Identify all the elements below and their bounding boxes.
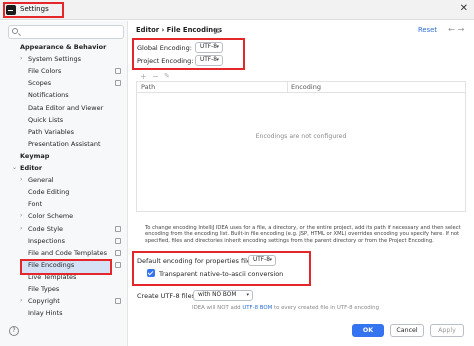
sidebar-item-label: Keymap [20,151,50,160]
project-scope-icon [115,237,121,244]
search-input[interactable] [8,25,124,39]
sidebar-item-color-scheme[interactable]: › Color Scheme [0,210,128,222]
sidebar-item-label: Inlay Hints [28,309,63,318]
sidebar-item-file-and-code-templates[interactable]: File and Code Templates [0,247,128,259]
sidebar-item-keymap[interactable]: Keymap [0,150,128,162]
sidebar-item-path-variables[interactable]: Path Variables [0,126,128,138]
ok-button[interactable]: OK [352,324,384,337]
sidebar-item-inspections[interactable]: Inspections [0,235,128,247]
column-header-encoding[interactable]: Encoding [291,83,321,91]
project-scope-icon [115,80,121,87]
sidebar-item-notifications[interactable]: Notifications [0,89,128,101]
properties-highlight-box [132,251,311,286]
breadcrumb: Editor › File Encodings [136,26,223,34]
encoding-highlight-box [132,38,245,70]
search-icon [12,28,18,34]
project-scope-icon [115,249,121,256]
bom-note-prefix: IDEA will NOT add [192,305,243,311]
sidebar-item-appearance-behavior[interactable]: Appearance & Behavior [0,41,128,53]
sidebar-item-code-editing[interactable]: Code Editing [0,186,128,198]
chevron-down-icon: ▾ [246,292,249,298]
sidebar-item-label: File Colors [28,67,62,76]
help-icon[interactable]: ? [9,326,19,336]
project-scope-icon [115,298,121,305]
sidebar-item-inlay-hints[interactable]: Inlay Hints [0,307,128,319]
sidebar-item-label: General [28,176,54,185]
sidebar-item-presentation-assistant[interactable]: Presentation Assistant [0,138,128,150]
selected-item-highlight-box [20,259,112,275]
sidebar-item-label: File Types [28,285,60,293]
table-empty-text: Encodings are not configured [255,133,347,140]
sidebar-item-data-editor-and-viewer[interactable]: Data Editor and Viewer [0,102,128,114]
column-divider [287,82,288,93]
sidebar-item-label: Inspections [28,236,65,245]
sidebar-item-label: Copyright [28,297,60,306]
sidebar-item-system-settings[interactable]: › System Settings [0,53,128,65]
project-scope-icon [215,28,220,33]
sidebar-item-label: Notifications [28,91,69,100]
window-title: Settings [20,5,49,13]
sidebar-item-label: Code Style [28,224,64,233]
sidebar-item-copyright[interactable]: › Copyright [0,295,128,307]
chevron-right-icon[interactable]: › [20,210,22,222]
sidebar-item-label: Quick Lists [28,115,64,124]
sidebar-item-label: File and Code Templates [28,248,107,257]
nav-arrows: ←→ [448,25,467,34]
edit-icon[interactable]: ✎ [164,72,170,80]
back-arrow-icon[interactable]: ← [448,25,458,34]
bom-note-suffix: to every created file in UTF-8 encoding [272,305,380,311]
chevron-right-icon[interactable]: › [20,174,22,186]
sidebar-item-file-colors[interactable]: File Colors [0,65,128,77]
sidebar-item-editor[interactable]: ⌄ Editor [0,162,128,174]
column-header-path[interactable]: Path [141,83,155,91]
forward-arrow-icon[interactable]: → [458,25,468,34]
chevron-right-icon[interactable]: › [20,295,22,307]
sidebar-item-label: Font [28,200,43,209]
chevron-right-icon[interactable]: › [20,223,22,235]
encoding-description: To change encoding IntelliJ IDEA uses fo… [145,225,461,244]
sidebar-item-label: Code Editing [28,188,70,197]
sidebar-item-code-style[interactable]: › Code Style [0,223,128,235]
project-scope-icon [115,225,121,232]
remove-icon[interactable]: − [152,72,159,81]
title-bar [0,0,474,20]
sidebar-item-label: Path Variables [28,127,75,136]
sidebar-item-file-types[interactable]: File Types [0,283,128,295]
sidebar-item-label: Editor [20,164,43,172]
bom-note: IDEA will NOT add UTF-8 BOM to every cre… [192,305,379,311]
apply-button[interactable]: Apply [430,324,464,337]
sidebar-item-label: Appearance & Behavior [20,43,107,51]
sidebar-item-general[interactable]: › General [0,174,128,186]
sidebar-item-label: Data Editor and Viewer [28,103,104,112]
sidebar-item-font[interactable]: Font [0,198,128,210]
add-icon[interactable]: + [140,72,147,81]
sidebar-item-label: System Settings [28,55,81,64]
cancel-button[interactable]: Cancel [390,324,424,337]
project-scope-icon [115,68,121,75]
sidebar-item-label: Scopes [28,79,52,88]
reset-link[interactable]: Reset [418,26,437,34]
create-utf8-label: Create UTF-8 files: [137,292,198,300]
bom-value: with NO BOM [198,292,237,298]
sidebar-item-label: Color Scheme [28,212,74,221]
bom-dropdown[interactable]: with NO BOM ▾ [193,290,253,301]
sidebar-item-scopes[interactable]: Scopes [0,77,128,89]
chevron-right-icon[interactable]: › [20,53,22,65]
sidebar-item-quick-lists[interactable]: Quick Lists [0,114,128,126]
close-icon[interactable]: ✕ [460,3,468,15]
bom-link[interactable]: UTF-8 BOM [242,305,272,311]
chevron-down-icon[interactable]: ⌄ [12,162,17,174]
sidebar-item-label: Presentation Assistant [28,139,101,148]
encoding-table[interactable] [136,81,466,212]
project-scope-icon [115,261,121,268]
